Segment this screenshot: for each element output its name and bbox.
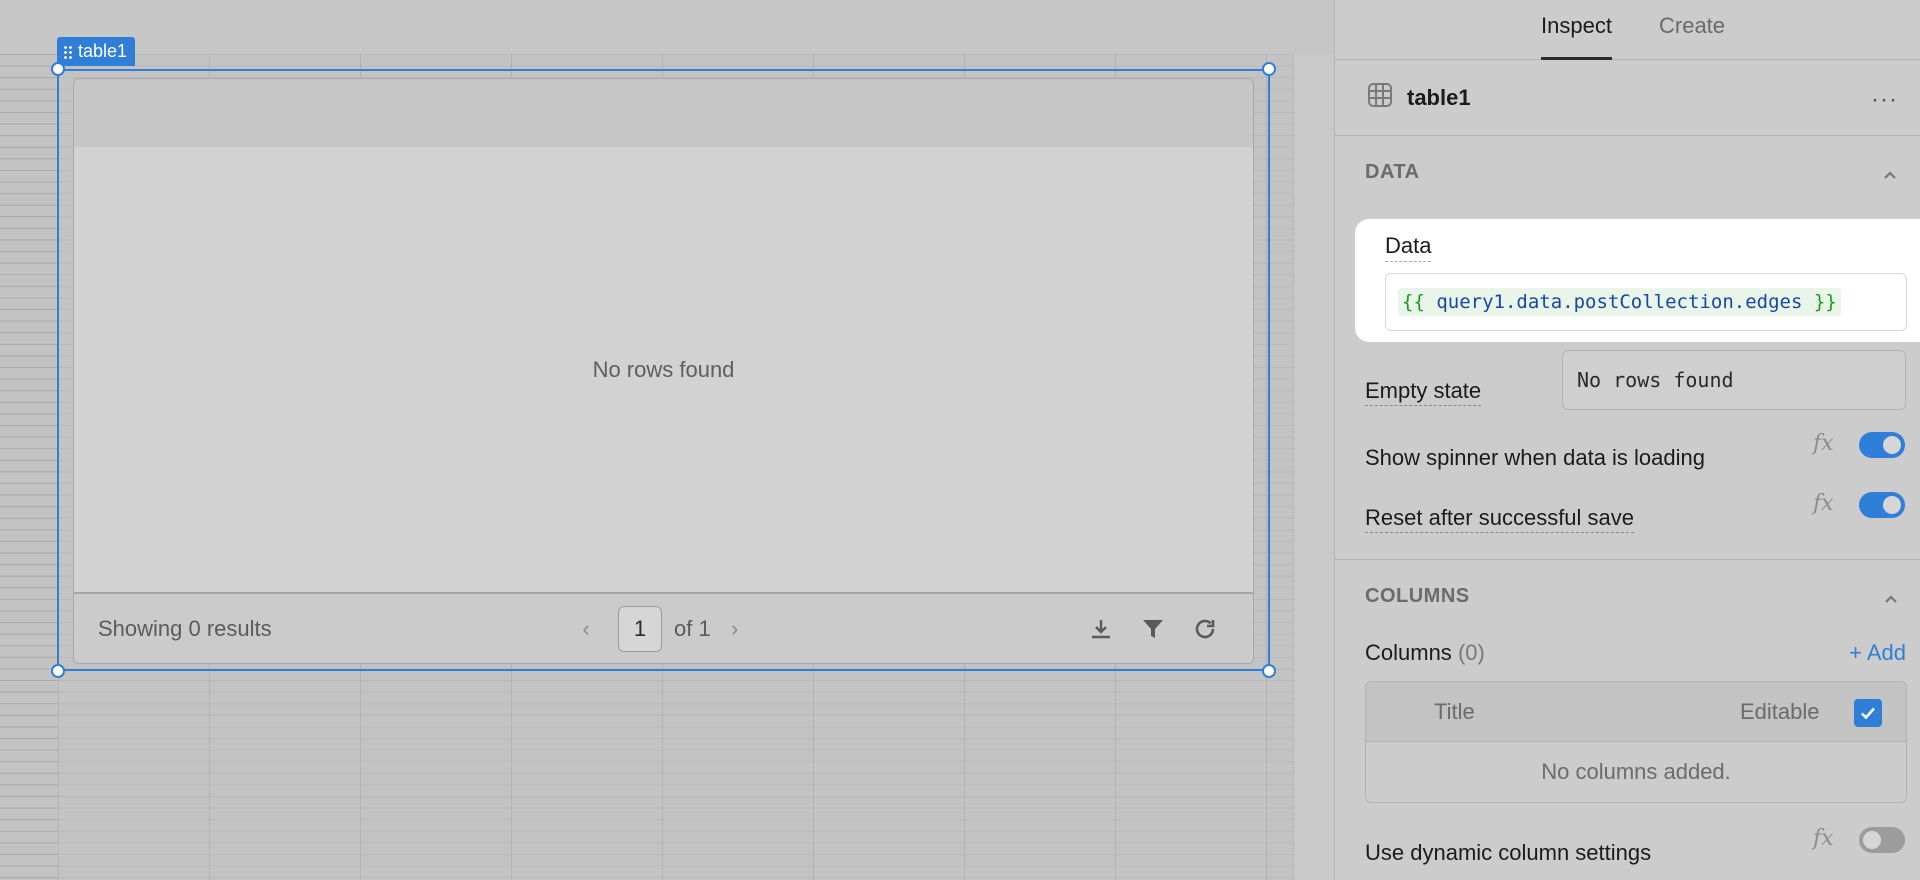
chevron-up-icon[interactable] xyxy=(1883,588,1899,611)
add-column-button[interactable]: + Add xyxy=(1849,640,1906,666)
show-spinner-toggle[interactable] xyxy=(1859,432,1905,458)
dynamic-settings-toggle[interactable] xyxy=(1859,827,1905,853)
results-count: Showing 0 results xyxy=(98,616,272,641)
download-icon[interactable] xyxy=(1087,615,1115,643)
filter-icon[interactable] xyxy=(1139,615,1167,643)
columns-section-header[interactable]: COLUMNS xyxy=(1335,560,1920,632)
next-page-button[interactable]: › xyxy=(723,616,747,642)
fx-icon[interactable]: fx xyxy=(1813,826,1834,851)
chevron-up-icon[interactable] xyxy=(1882,164,1898,187)
fx-icon[interactable]: fx xyxy=(1813,491,1834,516)
editable-column-header: Editable xyxy=(1740,699,1820,724)
table-body: No rows found xyxy=(74,147,1253,592)
dynamic-settings-label: Use dynamic column settings xyxy=(1365,840,1652,865)
resize-handle-top-left[interactable] xyxy=(51,62,65,76)
data-expression-input[interactable]: {{ query1.data.postCollection.edges }} xyxy=(1385,273,1907,331)
empty-message: No rows found xyxy=(592,356,735,382)
open-braces: {{ xyxy=(1402,291,1425,313)
empty-state-label: Empty state xyxy=(1365,378,1482,406)
table-widget[interactable]: No rows found Showing 0 results ‹ 1 of 1… xyxy=(73,78,1254,664)
component-tag-label: table1 xyxy=(78,41,128,61)
prev-page-button[interactable]: ‹ xyxy=(574,616,598,642)
empty-state-row: Empty state No rows found xyxy=(1365,350,1906,410)
table-grid-icon xyxy=(1367,82,1393,113)
code-chip: {{ query1.data.postCollection.edges }} xyxy=(1398,288,1841,316)
reset-after-save-label: Reset after successful save xyxy=(1365,505,1635,533)
title-column-header: Title xyxy=(1434,699,1475,724)
table-footer: Showing 0 results ‹ 1 of 1 › xyxy=(74,592,1253,663)
dynamic-settings-row: Use dynamic column settings fx xyxy=(1365,826,1905,866)
data-field-card: Data {{ query1.data.postCollection.edges… xyxy=(1355,219,1920,342)
editable-all-checkbox[interactable] xyxy=(1854,699,1882,727)
pagination: ‹ 1 of 1 › xyxy=(574,606,747,652)
fx-icon[interactable]: fx xyxy=(1813,431,1834,456)
empty-state-input[interactable]: No rows found xyxy=(1562,350,1906,410)
component-header: table1 ··· xyxy=(1335,60,1920,136)
columns-empty-message: No columns added. xyxy=(1366,742,1906,802)
columns-section-title: COLUMNS xyxy=(1365,584,1470,607)
resize-handle-bottom-left[interactable] xyxy=(51,664,65,678)
check-icon xyxy=(1861,707,1875,720)
data-section-header[interactable]: DATA xyxy=(1335,136,1920,208)
inspector-panel: Inspect Create table1 ··· DATA Data {{ q… xyxy=(1334,0,1920,880)
reset-after-save-row: Reset after successful save fx xyxy=(1365,491,1905,533)
tab-inspect[interactable]: Inspect xyxy=(1541,13,1612,60)
table-header-row xyxy=(74,79,1253,147)
drag-handle-icon[interactable] xyxy=(63,44,73,59)
close-braces: }} xyxy=(1813,291,1837,313)
current-page-input[interactable]: 1 xyxy=(618,606,662,652)
resize-handle-top-right[interactable] xyxy=(1262,62,1276,76)
columns-count: (0) xyxy=(1457,640,1485,665)
columns-label-text: Columns xyxy=(1365,640,1452,665)
data-expression: query1.data.postCollection.edges xyxy=(1436,291,1803,313)
data-field-label: Data xyxy=(1385,233,1432,262)
reset-after-save-toggle[interactable] xyxy=(1859,492,1905,518)
more-options-icon[interactable]: ··· xyxy=(1871,86,1898,114)
page-total: of 1 xyxy=(674,616,711,641)
columns-table: Title Editable No columns added. xyxy=(1365,681,1907,803)
component-name[interactable]: table1 xyxy=(1407,85,1471,111)
tab-create[interactable]: Create xyxy=(1659,13,1725,60)
data-section-title: DATA xyxy=(1365,160,1420,183)
editor-canvas[interactable]: table1 No rows found Showing 0 results ‹… xyxy=(0,0,1334,880)
panel-tabs: Inspect Create xyxy=(1335,0,1920,60)
resize-handle-bottom-right[interactable] xyxy=(1262,664,1276,678)
show-spinner-row: Show spinner when data is loading fx xyxy=(1365,431,1905,471)
canvas-edge xyxy=(1293,54,1334,880)
columns-table-header: Title Editable xyxy=(1366,682,1906,742)
refresh-icon[interactable] xyxy=(1191,615,1219,643)
show-spinner-label: Show spinner when data is loading xyxy=(1365,445,1706,470)
columns-label: Columns (0) xyxy=(1365,640,1485,666)
component-tag[interactable]: table1 xyxy=(57,37,136,66)
